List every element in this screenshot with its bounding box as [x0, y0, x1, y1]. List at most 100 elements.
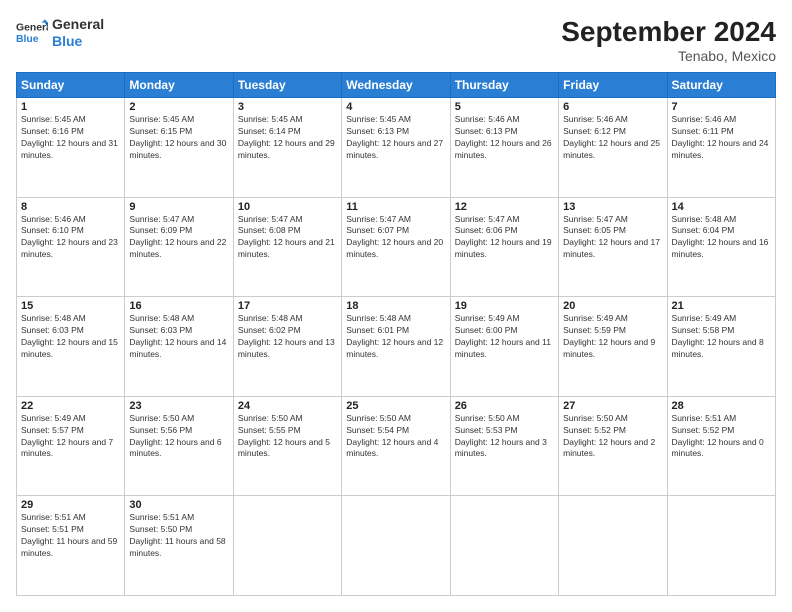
day-number: 9	[129, 201, 228, 213]
day-info: Sunrise: 5:46 AM Sunset: 6:11 PM Dayligh…	[672, 114, 771, 162]
calendar-cell: 20 Sunrise: 5:49 AM Sunset: 5:59 PM Dayl…	[559, 297, 667, 397]
day-number: 17	[238, 300, 337, 312]
calendar-cell: 8 Sunrise: 5:46 AM Sunset: 6:10 PM Dayli…	[17, 197, 125, 297]
day-number: 6	[563, 101, 662, 113]
calendar-cell: 24 Sunrise: 5:50 AM Sunset: 5:55 PM Dayl…	[233, 396, 341, 496]
calendar-cell: 9 Sunrise: 5:47 AM Sunset: 6:09 PM Dayli…	[125, 197, 233, 297]
day-info: Sunrise: 5:49 AM Sunset: 6:00 PM Dayligh…	[455, 313, 554, 361]
col-friday: Friday	[559, 73, 667, 98]
logo: General Blue General Blue	[16, 16, 104, 50]
day-info: Sunrise: 5:48 AM Sunset: 6:02 PM Dayligh…	[238, 313, 337, 361]
day-info: Sunrise: 5:49 AM Sunset: 5:59 PM Dayligh…	[563, 313, 662, 361]
calendar-header-row: Sunday Monday Tuesday Wednesday Thursday…	[17, 73, 776, 98]
day-number: 13	[563, 201, 662, 213]
calendar-cell: 26 Sunrise: 5:50 AM Sunset: 5:53 PM Dayl…	[450, 396, 558, 496]
calendar-cell: 15 Sunrise: 5:48 AM Sunset: 6:03 PM Dayl…	[17, 297, 125, 397]
day-info: Sunrise: 5:48 AM Sunset: 6:04 PM Dayligh…	[672, 214, 771, 262]
day-number: 22	[21, 400, 120, 412]
month-title: September 2024	[561, 16, 776, 48]
calendar-cell: 13 Sunrise: 5:47 AM Sunset: 6:05 PM Dayl…	[559, 197, 667, 297]
day-info: Sunrise: 5:45 AM Sunset: 6:13 PM Dayligh…	[346, 114, 445, 162]
calendar-table: Sunday Monday Tuesday Wednesday Thursday…	[16, 72, 776, 596]
col-tuesday: Tuesday	[233, 73, 341, 98]
day-info: Sunrise: 5:48 AM Sunset: 6:01 PM Dayligh…	[346, 313, 445, 361]
day-number: 27	[563, 400, 662, 412]
day-info: Sunrise: 5:50 AM Sunset: 5:54 PM Dayligh…	[346, 413, 445, 461]
day-number: 8	[21, 201, 120, 213]
day-info: Sunrise: 5:47 AM Sunset: 6:09 PM Dayligh…	[129, 214, 228, 262]
day-number: 14	[672, 201, 771, 213]
day-number: 2	[129, 101, 228, 113]
day-info: Sunrise: 5:49 AM Sunset: 5:58 PM Dayligh…	[672, 313, 771, 361]
day-number: 24	[238, 400, 337, 412]
day-info: Sunrise: 5:47 AM Sunset: 6:07 PM Dayligh…	[346, 214, 445, 262]
day-info: Sunrise: 5:45 AM Sunset: 6:15 PM Dayligh…	[129, 114, 228, 162]
day-number: 18	[346, 300, 445, 312]
day-info: Sunrise: 5:46 AM Sunset: 6:10 PM Dayligh…	[21, 214, 120, 262]
calendar-week-4: 22 Sunrise: 5:49 AM Sunset: 5:57 PM Dayl…	[17, 396, 776, 496]
day-info: Sunrise: 5:48 AM Sunset: 6:03 PM Dayligh…	[21, 313, 120, 361]
calendar-week-5: 29 Sunrise: 5:51 AM Sunset: 5:51 PM Dayl…	[17, 496, 776, 596]
calendar-cell: 23 Sunrise: 5:50 AM Sunset: 5:56 PM Dayl…	[125, 396, 233, 496]
calendar-cell: 18 Sunrise: 5:48 AM Sunset: 6:01 PM Dayl…	[342, 297, 450, 397]
day-info: Sunrise: 5:50 AM Sunset: 5:56 PM Dayligh…	[129, 413, 228, 461]
title-block: September 2024 Tenabo, Mexico	[561, 16, 776, 64]
day-info: Sunrise: 5:50 AM Sunset: 5:55 PM Dayligh…	[238, 413, 337, 461]
day-number: 26	[455, 400, 554, 412]
day-info: Sunrise: 5:47 AM Sunset: 6:08 PM Dayligh…	[238, 214, 337, 262]
calendar-cell	[667, 496, 775, 596]
calendar-cell: 5 Sunrise: 5:46 AM Sunset: 6:13 PM Dayli…	[450, 98, 558, 198]
day-number: 4	[346, 101, 445, 113]
day-info: Sunrise: 5:51 AM Sunset: 5:50 PM Dayligh…	[129, 512, 228, 560]
calendar-cell: 29 Sunrise: 5:51 AM Sunset: 5:51 PM Dayl…	[17, 496, 125, 596]
col-saturday: Saturday	[667, 73, 775, 98]
header: General Blue General Blue September 2024…	[16, 16, 776, 64]
col-monday: Monday	[125, 73, 233, 98]
day-info: Sunrise: 5:46 AM Sunset: 6:12 PM Dayligh…	[563, 114, 662, 162]
day-number: 29	[21, 499, 120, 511]
calendar-cell: 3 Sunrise: 5:45 AM Sunset: 6:14 PM Dayli…	[233, 98, 341, 198]
calendar-cell	[559, 496, 667, 596]
day-number: 25	[346, 400, 445, 412]
calendar-cell: 17 Sunrise: 5:48 AM Sunset: 6:02 PM Dayl…	[233, 297, 341, 397]
col-wednesday: Wednesday	[342, 73, 450, 98]
day-info: Sunrise: 5:45 AM Sunset: 6:14 PM Dayligh…	[238, 114, 337, 162]
calendar-week-3: 15 Sunrise: 5:48 AM Sunset: 6:03 PM Dayl…	[17, 297, 776, 397]
calendar-cell: 30 Sunrise: 5:51 AM Sunset: 5:50 PM Dayl…	[125, 496, 233, 596]
calendar-cell: 12 Sunrise: 5:47 AM Sunset: 6:06 PM Dayl…	[450, 197, 558, 297]
day-info: Sunrise: 5:50 AM Sunset: 5:52 PM Dayligh…	[563, 413, 662, 461]
calendar-cell	[342, 496, 450, 596]
day-number: 12	[455, 201, 554, 213]
calendar-cell: 6 Sunrise: 5:46 AM Sunset: 6:12 PM Dayli…	[559, 98, 667, 198]
calendar-cell: 7 Sunrise: 5:46 AM Sunset: 6:11 PM Dayli…	[667, 98, 775, 198]
calendar-cell: 21 Sunrise: 5:49 AM Sunset: 5:58 PM Dayl…	[667, 297, 775, 397]
day-number: 3	[238, 101, 337, 113]
calendar-cell: 16 Sunrise: 5:48 AM Sunset: 6:03 PM Dayl…	[125, 297, 233, 397]
calendar-cell	[233, 496, 341, 596]
calendar-cell: 27 Sunrise: 5:50 AM Sunset: 5:52 PM Dayl…	[559, 396, 667, 496]
day-info: Sunrise: 5:50 AM Sunset: 5:53 PM Dayligh…	[455, 413, 554, 461]
logo-icon: General Blue	[16, 19, 48, 47]
calendar-cell: 14 Sunrise: 5:48 AM Sunset: 6:04 PM Dayl…	[667, 197, 775, 297]
svg-text:General: General	[16, 22, 48, 33]
location: Tenabo, Mexico	[561, 48, 776, 64]
day-number: 19	[455, 300, 554, 312]
day-number: 28	[672, 400, 771, 412]
calendar-cell: 28 Sunrise: 5:51 AM Sunset: 5:52 PM Dayl…	[667, 396, 775, 496]
day-info: Sunrise: 5:45 AM Sunset: 6:16 PM Dayligh…	[21, 114, 120, 162]
calendar-cell	[450, 496, 558, 596]
day-number: 10	[238, 201, 337, 213]
day-info: Sunrise: 5:51 AM Sunset: 5:52 PM Dayligh…	[672, 413, 771, 461]
logo-line2: Blue	[52, 33, 104, 50]
day-number: 23	[129, 400, 228, 412]
day-number: 7	[672, 101, 771, 113]
day-info: Sunrise: 5:49 AM Sunset: 5:57 PM Dayligh…	[21, 413, 120, 461]
day-info: Sunrise: 5:51 AM Sunset: 5:51 PM Dayligh…	[21, 512, 120, 560]
day-number: 21	[672, 300, 771, 312]
day-info: Sunrise: 5:47 AM Sunset: 6:06 PM Dayligh…	[455, 214, 554, 262]
day-number: 5	[455, 101, 554, 113]
calendar-cell: 25 Sunrise: 5:50 AM Sunset: 5:54 PM Dayl…	[342, 396, 450, 496]
calendar-cell: 2 Sunrise: 5:45 AM Sunset: 6:15 PM Dayli…	[125, 98, 233, 198]
day-number: 1	[21, 101, 120, 113]
col-sunday: Sunday	[17, 73, 125, 98]
